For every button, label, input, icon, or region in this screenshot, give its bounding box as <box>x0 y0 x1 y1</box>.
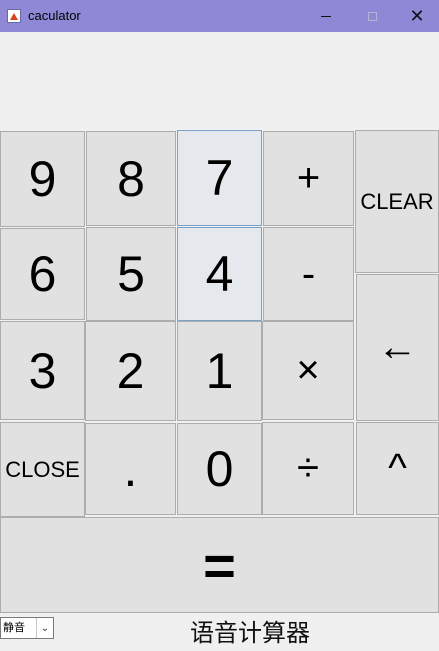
clear-button[interactable]: CLEAR <box>355 130 439 273</box>
bottom-bar: 静音 ⌄ 语音计算器 <box>0 613 439 651</box>
voice-mode-dropdown[interactable]: 静音 ⌄ <box>0 617 54 639</box>
key-4[interactable]: 4 <box>177 227 262 321</box>
window-title: caculator <box>28 8 81 23</box>
close-icon: ✕ <box>409 6 425 26</box>
key-2[interactable]: 2 <box>85 321 176 421</box>
key-1[interactable]: 1 <box>177 321 262 421</box>
close-calculator-button[interactable]: CLOSE <box>0 422 85 517</box>
close-window-button[interactable]: ✕ <box>394 0 439 32</box>
plus-button[interactable]: + <box>263 131 354 226</box>
decimal-point-button[interactable]: . <box>85 423 176 515</box>
key-6[interactable]: 6 <box>0 228 85 320</box>
voice-mode-value: 静音 <box>3 621 25 634</box>
key-0[interactable]: 0 <box>177 423 262 515</box>
key-5[interactable]: 5 <box>86 227 176 321</box>
chevron-down-icon: ⌄ <box>36 618 53 638</box>
minimize-button[interactable] <box>303 0 349 32</box>
key-9[interactable]: 9 <box>0 131 85 227</box>
minus-button[interactable]: - <box>263 227 354 321</box>
maximize-button[interactable] <box>349 0 395 32</box>
title-bar[interactable]: caculator ✕ <box>0 0 439 32</box>
maximize-icon <box>367 11 377 21</box>
calculator-window: caculator ✕ 9 8 7 + CLEAR 6 5 4 - ← 3 2 … <box>0 0 439 651</box>
app-label: 语音计算器 <box>190 619 310 647</box>
key-3[interactable]: 3 <box>0 321 85 420</box>
backspace-button[interactable]: ← <box>356 274 439 421</box>
matlab-app-icon <box>7 9 21 23</box>
key-8[interactable]: 8 <box>86 131 176 226</box>
minimize-icon <box>321 15 331 17</box>
result-display <box>0 32 439 130</box>
key-7[interactable]: 7 <box>177 130 262 226</box>
multiply-button[interactable]: × <box>262 321 354 420</box>
power-button[interactable]: ^ <box>356 422 439 515</box>
divide-button[interactable]: ÷ <box>262 422 354 515</box>
equals-button[interactable]: = <box>0 517 439 613</box>
